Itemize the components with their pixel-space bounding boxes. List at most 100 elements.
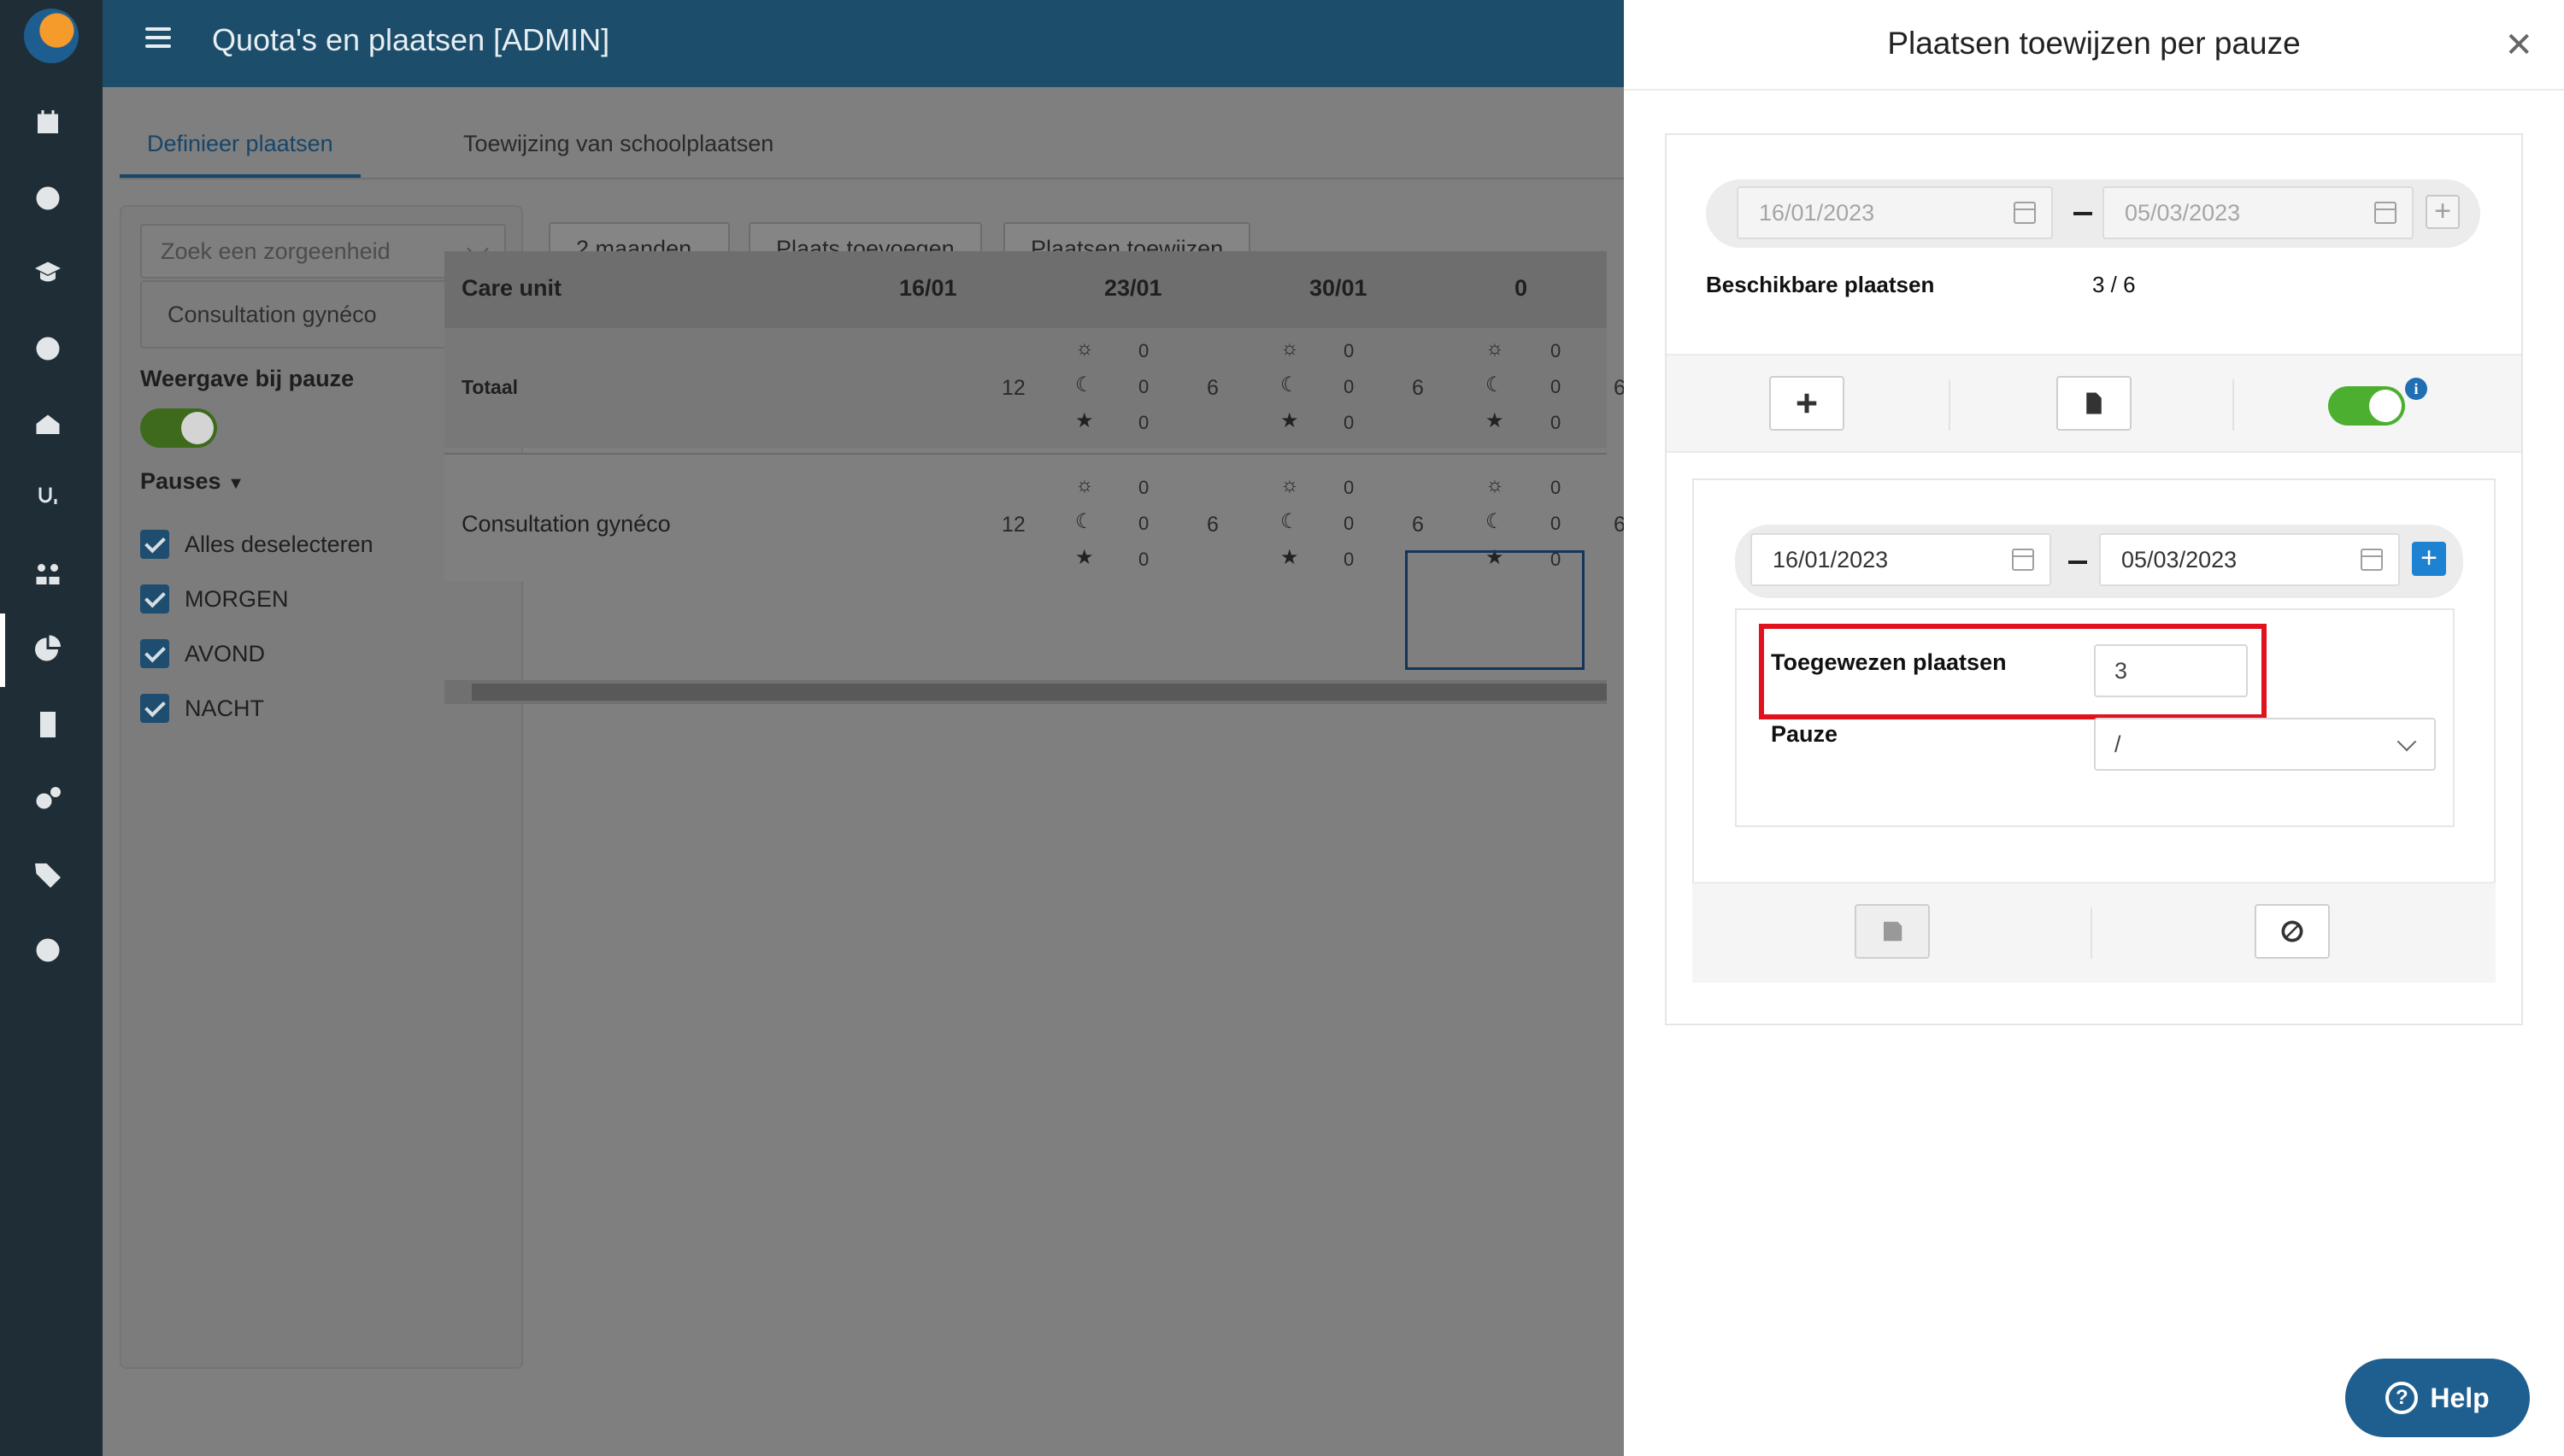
menu-icon[interactable]	[145, 27, 171, 53]
tab-definieer-plaatsen[interactable]: Definieer plaatsen	[120, 128, 361, 178]
checkbox-label: MORGEN	[185, 586, 289, 612]
calendar-icon[interactable]	[2361, 549, 2383, 571]
week-header: 0	[1514, 275, 1528, 301]
calendar-icon[interactable]	[29, 104, 67, 142]
app-logo[interactable]	[24, 9, 79, 63]
cancel-button[interactable]	[2255, 904, 2330, 959]
graduation-icon[interactable]	[29, 255, 67, 292]
question-icon: ?	[2385, 1382, 2419, 1414]
moon-icon: ☾	[1280, 510, 1299, 533]
star-icon: ★	[1075, 409, 1094, 432]
pause-toggle[interactable]	[2328, 386, 2405, 426]
checkbox-morgen[interactable]	[140, 584, 169, 614]
stethoscope-icon[interactable]	[29, 480, 67, 518]
badge-icon[interactable]	[29, 706, 67, 743]
document-button[interactable]	[2056, 376, 2132, 431]
calendar-icon	[2374, 202, 2396, 224]
breakdown-cell: 0	[1550, 376, 1561, 397]
tab-toewijzing-schoolplaatsen[interactable]: Toewijzing van schoolplaatsen	[436, 128, 801, 178]
star-icon: ★	[1280, 409, 1299, 432]
selected-cell-highlight[interactable]	[1405, 550, 1585, 670]
checkbox-label: AVOND	[185, 641, 266, 666]
pause-value: /	[2114, 731, 2121, 757]
chevron-down-icon: ▼	[227, 474, 244, 493]
drawer-toolbar: i	[1667, 354, 2521, 453]
week-header: 30/01	[1309, 275, 1367, 301]
edit-to-value: 05/03/2023	[2121, 547, 2238, 572]
row-label: Totaal	[462, 376, 519, 398]
week-header: 23/01	[1104, 275, 1162, 301]
help-button[interactable]: ? Help	[2345, 1359, 2530, 1437]
info-icon[interactable]: i	[2405, 378, 2427, 400]
edit-to-input[interactable]: 05/03/2023	[2099, 533, 2400, 586]
grid-header	[444, 251, 1607, 328]
breakdown-cell: 0	[1550, 513, 1561, 534]
edit-footer	[1692, 882, 2496, 983]
gears-icon[interactable]	[29, 781, 67, 819]
range-to-value: 05/03/2023	[2125, 200, 2241, 226]
team-icon[interactable]	[29, 405, 67, 443]
moon-icon: ☾	[1075, 510, 1094, 533]
breakdown-cell: 0	[1138, 376, 1150, 397]
grid-scrollbar[interactable]	[444, 680, 1607, 704]
separator	[2232, 379, 2234, 431]
info-icon[interactable]	[29, 931, 67, 969]
help-label: Help	[2430, 1382, 2490, 1413]
moon-icon: ☾	[1075, 373, 1094, 396]
total-cell: 6	[1412, 376, 1424, 400]
row-label: Consultation gynéco	[462, 511, 671, 537]
breakdown-cell: 0	[1550, 340, 1561, 361]
edit-from-value: 16/01/2023	[1773, 547, 1889, 572]
col-header-care-unit: Care unit	[462, 275, 562, 301]
separator	[1949, 379, 1950, 431]
search-placeholder: Zoek een zorgeenheid	[161, 238, 391, 264]
side-nav	[0, 0, 103, 1456]
breakdown-cell: 0	[1344, 412, 1355, 433]
separator	[2091, 907, 2092, 959]
breakdown-cell: 0	[1344, 477, 1355, 498]
tags-icon[interactable]	[29, 856, 67, 894]
edit-from-input[interactable]: 16/01/2023	[1750, 533, 2051, 586]
checkbox-deselect-all[interactable]	[140, 530, 169, 559]
calendar-icon[interactable]	[2012, 549, 2034, 571]
checkbox-nacht[interactable]	[140, 694, 169, 723]
total-cell[interactable]: 6	[1412, 513, 1424, 537]
breakdown-cell: 0	[1550, 477, 1561, 498]
checkbox-avond[interactable]	[140, 639, 169, 668]
selected-unit-label: Consultation gynéco	[168, 302, 377, 327]
range-from-input: 16/01/2023	[1737, 186, 2053, 239]
tab-bar: Definieer plaatsen Toewijzing van school…	[120, 128, 1701, 179]
chevron-down-icon	[2396, 731, 2417, 752]
sun-icon: ☼	[1280, 473, 1299, 496]
users-exchange-icon[interactable]	[29, 555, 67, 593]
view-by-pause-toggle[interactable]	[140, 408, 217, 448]
total-cell: 12	[1002, 376, 1026, 400]
breakdown-cell: 0	[1344, 340, 1355, 361]
add-button[interactable]	[1769, 376, 1844, 431]
dash-separator	[2068, 561, 2087, 564]
pause-label: Pauze	[1771, 721, 1838, 747]
checkbox-label: NACHT	[185, 696, 264, 721]
breakdown-cell: 0	[1344, 513, 1355, 534]
view-by-pause-label: Weergave bij pauze	[140, 366, 355, 391]
range-to-input: 05/03/2023	[2102, 186, 2414, 239]
sun-icon: ☼	[1485, 473, 1504, 496]
active-indicator	[0, 614, 5, 687]
calendar-icon	[2014, 202, 2036, 224]
breakdown-cell: 0	[1344, 549, 1355, 570]
page-title: Quota's en plaatsen [ADMIN]	[212, 22, 610, 57]
pause-select[interactable]: /	[2094, 718, 2436, 771]
save-button[interactable]	[1855, 904, 1930, 959]
smiley-icon[interactable]	[29, 330, 67, 367]
total-cell: 6	[1207, 376, 1219, 400]
pie-chart-icon[interactable]	[29, 631, 67, 668]
pauses-header[interactable]: Pauses ▼	[140, 468, 244, 495]
breakdown-cell: 0	[1138, 477, 1150, 498]
sun-icon: ☼	[1075, 473, 1094, 496]
add-period-button[interactable]: +	[2412, 542, 2446, 576]
divider	[1624, 89, 2564, 91]
close-icon[interactable]: ✕	[2504, 26, 2533, 65]
highlight-box	[1759, 624, 2267, 719]
star-icon: ★	[1485, 409, 1504, 432]
clock-icon[interactable]	[29, 179, 67, 217]
